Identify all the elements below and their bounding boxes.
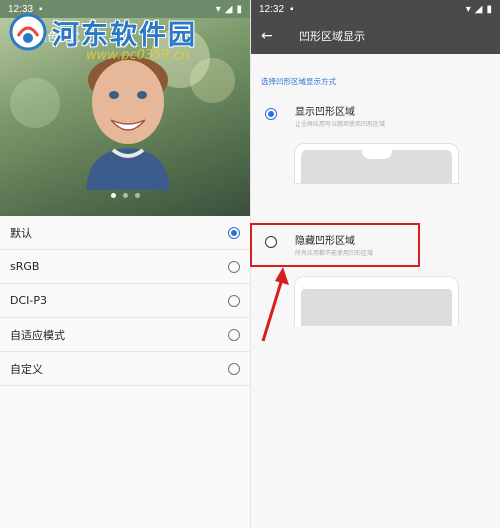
mode-label: DCI-P3 (10, 294, 47, 307)
mode-item-dci-p3[interactable]: DCI-P3 (0, 284, 250, 318)
option-title: 显示凹形区域 (295, 107, 355, 118)
watermark-url: www.pc0359.cn (86, 48, 190, 63)
mode-label: 自适应模式 (10, 328, 65, 342)
hidden-notch-preview (294, 276, 459, 326)
mode-label: sRGB (10, 260, 40, 273)
image-notification-icon: ▪ (290, 3, 294, 15)
status-bar: 12:32 ▪ ▾ ◢ ▮ (251, 0, 500, 18)
battery-icon: ▮ (236, 3, 242, 15)
red-arrow-icon (261, 267, 289, 342)
mode-label: 默认 (10, 226, 32, 240)
option-show-notch[interactable]: 显示凹形区域 让全屏应用可以随项使用凹形区域 (261, 100, 490, 190)
signal-icon: ◢ (224, 3, 233, 15)
radio[interactable] (228, 362, 240, 375)
color-mode-screen: 12:33 ▪ ▾ ◢ ▮ 屏幕颜色模式 默认 sRGB DCI-P3 自适应模… (0, 0, 250, 528)
radio[interactable] (228, 294, 240, 307)
watermark: 河东软件园 www.pc0359.cn (8, 12, 197, 63)
mode-item-custom[interactable]: 自定义 (0, 352, 250, 386)
mode-item-adaptive[interactable]: 自适应模式 (0, 318, 250, 352)
highlight-box (250, 223, 420, 267)
section-label: 选择凹形区域显示方式 (261, 77, 336, 86)
mode-label: 自定义 (10, 362, 43, 376)
notch-preview (294, 143, 459, 184)
option-subtitle: 让全屏应用可以随项使用凹形区域 (295, 121, 386, 128)
color-mode-list: 默认 sRGB DCI-P3 自适应模式 自定义 (0, 216, 250, 386)
back-arrow-icon[interactable]: ← (261, 28, 281, 44)
radio-selected[interactable] (265, 108, 277, 120)
watermark-logo-icon (9, 13, 47, 51)
radio[interactable] (228, 328, 240, 341)
carousel-dots[interactable] (0, 193, 250, 198)
signal-icon: ◢ (474, 3, 483, 15)
radio[interactable] (228, 260, 240, 273)
page-title: 凹形区域显示 (299, 30, 365, 43)
app-toolbar: ← 凹形区域显示 (251, 18, 500, 54)
wifi-icon: ▾ (465, 3, 471, 15)
radio-selected[interactable] (228, 226, 240, 239)
watermark-text: 河东软件园 (52, 19, 197, 51)
battery-icon: ▮ (486, 3, 492, 15)
wifi-icon: ▾ (215, 3, 221, 15)
mode-item-srgb[interactable]: sRGB (0, 250, 250, 284)
status-time: 12:32 (259, 3, 285, 15)
mode-item-default[interactable]: 默认 (0, 216, 250, 250)
